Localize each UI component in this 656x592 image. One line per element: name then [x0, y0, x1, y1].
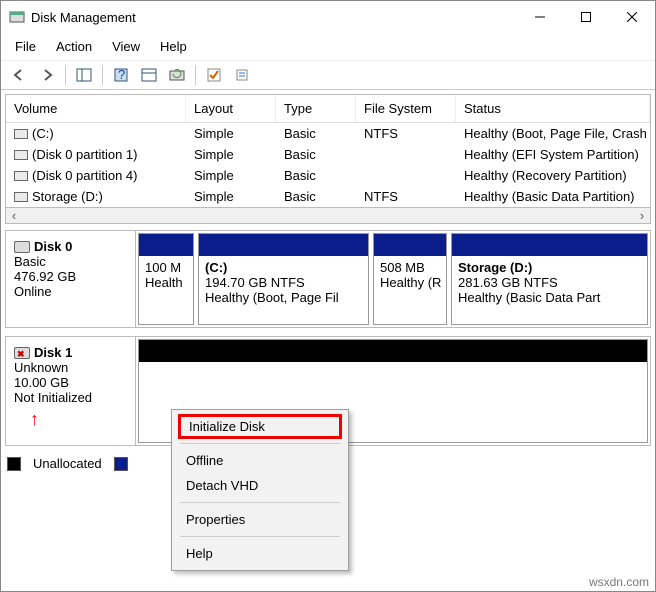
disk-info-panel[interactable]: Disk 1 Unknown 10.00 GB Not Initialized … [6, 337, 136, 445]
partition[interactable]: Storage (D:) 281.63 GB NTFS Healthy (Bas… [451, 233, 648, 325]
minimize-button[interactable] [517, 2, 563, 32]
maximize-button[interactable] [563, 2, 609, 32]
partition[interactable]: 508 MB Healthy (R [373, 233, 447, 325]
partition[interactable]: (C:) 194.70 GB NTFS Healthy (Boot, Page … [198, 233, 369, 325]
volume-row[interactable]: (Disk 0 partition 4) Simple Basic Health… [6, 165, 650, 186]
disk-info-panel[interactable]: Disk 0 Basic 476.92 GB Online [6, 231, 136, 327]
col-filesystem[interactable]: File System [356, 95, 456, 122]
volume-row[interactable]: (Disk 0 partition 1) Simple Basic Health… [6, 144, 650, 165]
nav-forward-button[interactable] [35, 63, 59, 87]
legend-primary-swatch [114, 457, 128, 471]
volume-row[interactable]: (C:) Simple Basic NTFS Healthy (Boot, Pa… [6, 123, 650, 144]
context-menu: Initialize Disk Offline Detach VHD Prope… [171, 409, 349, 571]
nav-back-button[interactable] [7, 63, 31, 87]
app-icon [9, 9, 25, 25]
context-properties[interactable]: Properties [172, 507, 348, 532]
menu-view[interactable]: View [104, 35, 148, 58]
legend-unallocated-label: Unallocated [33, 456, 102, 471]
col-volume[interactable]: Volume [6, 95, 186, 122]
volume-list[interactable]: Volume Layout Type File System Status (C… [5, 94, 651, 208]
context-detach-vhd[interactable]: Detach VHD [172, 473, 348, 498]
volume-icon [14, 171, 28, 181]
volume-icon [14, 129, 28, 139]
toolbar-button-c[interactable] [230, 63, 254, 87]
disk-error-icon [14, 347, 30, 359]
menu-action[interactable]: Action [48, 35, 100, 58]
volume-icon [14, 192, 28, 202]
volume-scrollbar[interactable]: ‹ › [5, 208, 651, 224]
context-initialize-disk[interactable]: Initialize Disk [178, 414, 342, 439]
svg-text:?: ? [118, 68, 125, 82]
volume-row[interactable]: Storage (D:) Simple Basic NTFS Healthy (… [6, 186, 650, 207]
context-offline[interactable]: Offline [172, 448, 348, 473]
col-type[interactable]: Type [276, 95, 356, 122]
toolbar: ? [1, 60, 655, 90]
partition[interactable]: 100 M Health [138, 233, 194, 325]
close-button[interactable] [609, 2, 655, 32]
disk-icon [14, 241, 30, 253]
show-hide-console-button[interactable] [72, 63, 96, 87]
menu-file[interactable]: File [7, 35, 44, 58]
legend-unallocated-swatch [7, 457, 21, 471]
toolbar-button-b[interactable] [202, 63, 226, 87]
volume-header-row: Volume Layout Type File System Status [6, 95, 650, 123]
toolbar-button-a[interactable] [137, 63, 161, 87]
disk-row-0[interactable]: Disk 0 Basic 476.92 GB Online 100 M Heal… [5, 230, 651, 328]
menu-help[interactable]: Help [152, 35, 195, 58]
help-button[interactable]: ? [109, 63, 133, 87]
col-layout[interactable]: Layout [186, 95, 276, 122]
menu-bar: File Action View Help [1, 33, 655, 60]
scroll-right-icon[interactable]: › [634, 209, 650, 223]
scroll-left-icon[interactable]: ‹ [6, 209, 22, 223]
watermark: wsxdn.com [589, 575, 649, 589]
window-title: Disk Management [31, 10, 517, 25]
annotation-arrow-icon: ↑ [30, 409, 143, 430]
context-help[interactable]: Help [172, 541, 348, 566]
col-status[interactable]: Status [456, 95, 650, 122]
refresh-button[interactable] [165, 63, 189, 87]
volume-icon [14, 150, 28, 160]
